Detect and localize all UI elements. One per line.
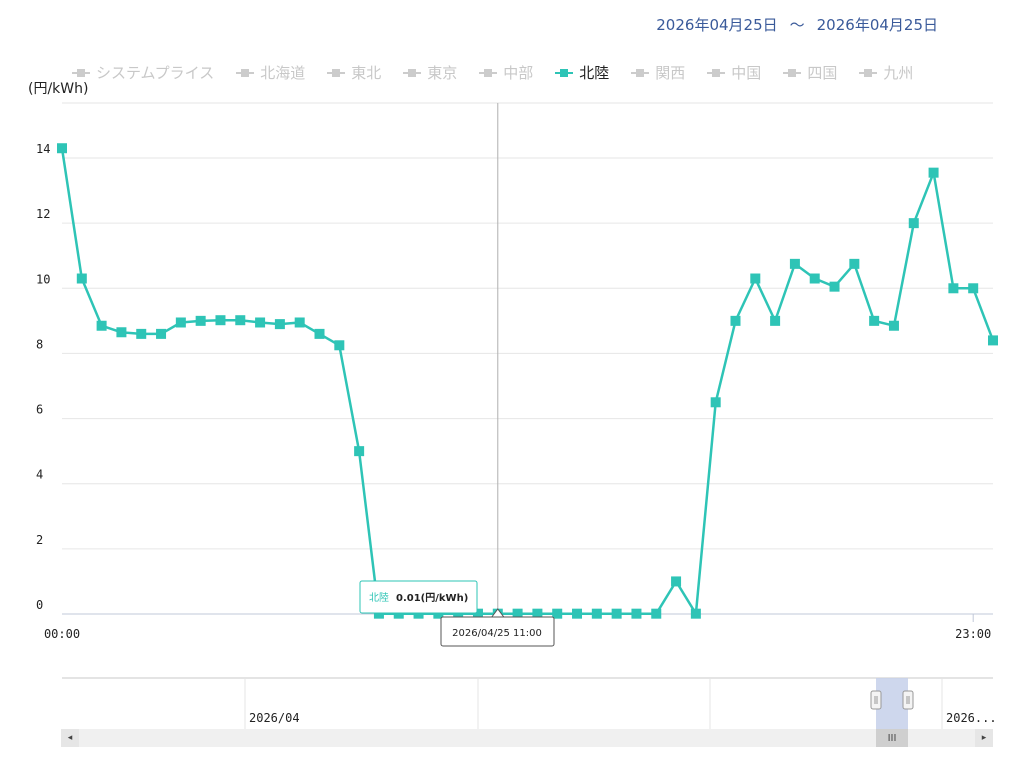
navigator-handle xyxy=(902,690,914,710)
data-point xyxy=(631,608,642,619)
data-point xyxy=(57,143,67,154)
data-point xyxy=(869,315,880,326)
data-point xyxy=(591,608,602,619)
data-point xyxy=(968,283,979,294)
y-tick-label: 14 xyxy=(36,142,50,156)
data-point xyxy=(730,315,741,326)
grid xyxy=(62,102,993,550)
data-point xyxy=(156,328,167,339)
data-point xyxy=(888,320,899,331)
data-point xyxy=(809,273,820,284)
navigator-scrollbar[interactable]: ◂ III ▸ xyxy=(61,729,993,747)
tooltip-value: 0.01(円/kWh) xyxy=(396,592,468,604)
navigator[interactable]: 2026/04 2026... xyxy=(62,677,997,729)
navigator-right-label: 2026... xyxy=(946,711,997,725)
tooltip-series-name: 北陸 xyxy=(369,591,389,604)
data-point xyxy=(235,315,246,326)
y-tick-label: 8 xyxy=(36,337,43,351)
data-point xyxy=(294,317,305,328)
y-tick-label: 0 xyxy=(36,598,43,612)
y-tick-label: 12 xyxy=(36,207,50,221)
y-tick-label: 10 xyxy=(36,272,50,286)
data-point xyxy=(611,608,622,619)
data-point xyxy=(274,319,285,330)
scroll-left-arrow-icon[interactable]: ◂ xyxy=(61,729,79,747)
y-axis-ticks: 0 2 4 6 8 10 12 14 xyxy=(36,142,50,612)
data-point xyxy=(908,218,919,229)
data-point xyxy=(770,315,781,326)
scrollbar-thumb[interactable]: III xyxy=(876,729,908,747)
data-point xyxy=(334,340,345,351)
data-point xyxy=(829,281,840,292)
data-point xyxy=(354,446,365,457)
data-point xyxy=(96,320,107,331)
data-point xyxy=(750,273,761,284)
navigator-month-label: 2026/04 xyxy=(249,711,300,725)
data-point xyxy=(255,317,266,328)
scroll-right-arrow-icon[interactable]: ▸ xyxy=(975,729,993,747)
y-tick-label: 4 xyxy=(36,468,43,482)
series-hokuriku[interactable] xyxy=(57,143,998,619)
series-line xyxy=(60,148,995,615)
navigator-handle xyxy=(870,690,882,710)
data-point xyxy=(215,315,226,326)
y-tick-label: 2 xyxy=(36,533,43,547)
tooltip-time: 2026/04/25 11:00 xyxy=(452,628,542,639)
data-point xyxy=(928,167,939,178)
chart: 0 2 4 6 8 10 12 14 00:00 23:00 北陸 0.01(円/kWh) 2026… xyxy=(36,102,998,729)
data-point xyxy=(789,258,800,269)
data-point xyxy=(651,608,662,619)
data-point xyxy=(671,576,682,587)
x-tick-label: 00:00 xyxy=(44,627,80,641)
data-point xyxy=(76,273,87,284)
data-point xyxy=(948,283,959,294)
data-point xyxy=(710,397,721,408)
data-point xyxy=(314,328,325,339)
data-point xyxy=(195,315,206,326)
data-point xyxy=(849,258,860,269)
data-point xyxy=(116,327,127,338)
data-point xyxy=(136,328,147,339)
data-point xyxy=(690,608,701,619)
y-tick-label: 6 xyxy=(36,403,43,417)
x-tick-label: 23:00 xyxy=(955,627,991,641)
data-point xyxy=(175,317,186,328)
data-point xyxy=(988,335,998,346)
data-point xyxy=(572,608,583,619)
